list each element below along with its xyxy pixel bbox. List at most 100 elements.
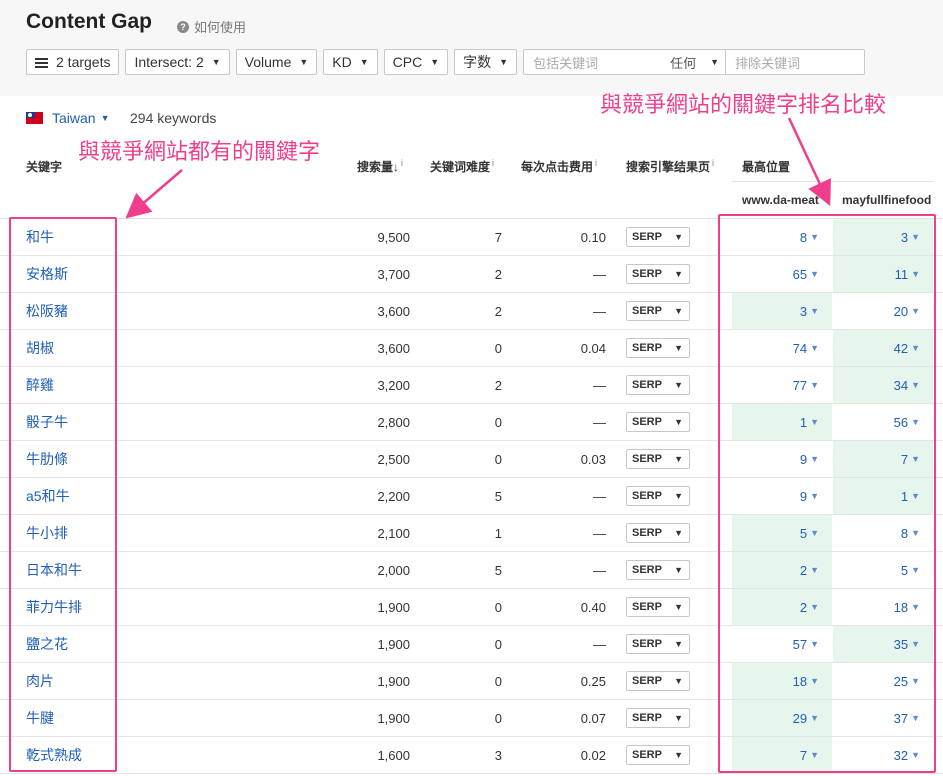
site2-position[interactable]: 42 ▼: [833, 330, 933, 366]
col-volume[interactable]: 搜索量↓ i: [357, 158, 403, 175]
serp-button[interactable]: SERP ▼: [626, 412, 690, 432]
serp-button[interactable]: SERP ▼: [626, 671, 690, 691]
site2-position[interactable]: 56 ▼: [833, 404, 933, 440]
serp-cell: SERP ▼: [626, 404, 690, 440]
site1-position[interactable]: 5 ▼: [732, 515, 832, 551]
cpc-value: 0.40: [580, 599, 606, 615]
cpc-value: 0.02: [580, 747, 606, 763]
question-icon: ?: [177, 20, 189, 33]
site2-position[interactable]: 5 ▼: [833, 552, 933, 588]
table-row: 松阪豬 3,600 2 — SERP ▼ 3 ▼ 20 ▼: [0, 293, 943, 330]
col-site2[interactable]: mayfullfinefood: [842, 193, 932, 207]
site2-position[interactable]: 20 ▼: [833, 293, 933, 329]
table-row: 骰子牛 2,800 0 — SERP ▼ 1 ▼ 56 ▼: [0, 404, 943, 441]
col-serp[interactable]: 搜索引擎结果页 i: [626, 158, 714, 175]
intersect-dropdown[interactable]: Intersect: 2 ▼: [125, 49, 230, 75]
site1-position[interactable]: 1 ▼: [732, 404, 832, 440]
site2-position[interactable]: 34 ▼: [833, 367, 933, 403]
site1-position[interactable]: 18 ▼: [732, 663, 832, 699]
serp-cell: SERP ▼: [626, 293, 690, 329]
serp-button[interactable]: SERP ▼: [626, 301, 690, 321]
kd-value: 5: [494, 488, 502, 504]
serp-button[interactable]: SERP ▼: [626, 486, 690, 506]
keyword-link[interactable]: 牛肋條: [26, 441, 68, 477]
word-count-dropdown[interactable]: 字数 ▼: [454, 49, 518, 75]
include-keywords-input[interactable]: 包括关键词: [524, 50, 664, 74]
serp-cell: SERP ▼: [626, 330, 690, 366]
site1-position[interactable]: 29 ▼: [732, 700, 832, 736]
table-row: 肉片 1,900 0 0.25 SERP ▼ 18 ▼ 25 ▼: [0, 663, 943, 700]
keyword-link[interactable]: 菲力牛排: [26, 589, 82, 625]
site2-position[interactable]: 8 ▼: [833, 515, 933, 551]
site2-position[interactable]: 7 ▼: [833, 441, 933, 477]
site1-position[interactable]: 3 ▼: [732, 293, 832, 329]
serp-button[interactable]: SERP ▼: [626, 264, 690, 284]
chevron-down-icon: ▼: [911, 528, 920, 538]
serp-button[interactable]: SERP ▼: [626, 227, 690, 247]
keyword-link[interactable]: a5和牛: [26, 478, 70, 514]
site2-position[interactable]: 1 ▼: [833, 478, 933, 514]
chevron-down-icon: ▼: [911, 639, 920, 649]
site1-position[interactable]: 2 ▼: [732, 589, 832, 625]
country-selector[interactable]: Taiwan ▼: [52, 110, 110, 126]
serp-button[interactable]: SERP ▼: [626, 449, 690, 469]
info-icon[interactable]: i: [595, 158, 597, 168]
keyword-link[interactable]: 牛小排: [26, 515, 68, 551]
keyword-link[interactable]: 松阪豬: [26, 293, 68, 329]
site1-position[interactable]: 77 ▼: [732, 367, 832, 403]
keyword-link[interactable]: 胡椒: [26, 330, 54, 366]
table-row: 和牛 9,500 7 0.10 SERP ▼ 8 ▼ 3 ▼: [0, 219, 943, 256]
serp-button[interactable]: SERP ▼: [626, 745, 690, 765]
site1-position[interactable]: 7 ▼: [732, 737, 832, 773]
site2-position[interactable]: 35 ▼: [833, 626, 933, 662]
site2-position[interactable]: 18 ▼: [833, 589, 933, 625]
site1-position[interactable]: 2 ▼: [732, 552, 832, 588]
serp-button[interactable]: SERP ▼: [626, 338, 690, 358]
keyword-link[interactable]: 肉片: [26, 663, 54, 699]
site1-position[interactable]: 9 ▼: [732, 478, 832, 514]
keyword-link[interactable]: 和牛: [26, 219, 54, 255]
match-mode-dropdown[interactable]: 任何 ▼: [664, 50, 727, 74]
help-link[interactable]: ? 如何使用: [177, 17, 246, 36]
keyword-link[interactable]: 乾式熟成: [26, 737, 82, 773]
keyword-link[interactable]: 安格斯: [26, 256, 68, 292]
serp-cell: SERP ▼: [626, 626, 690, 662]
kd-dropdown[interactable]: KD ▼: [323, 49, 378, 75]
cpc-value: —: [593, 525, 606, 541]
serp-button[interactable]: SERP ▼: [626, 375, 690, 395]
cpc-dropdown[interactable]: CPC ▼: [383, 49, 449, 75]
keyword-link[interactable]: 日本和牛: [26, 552, 82, 588]
col-site1[interactable]: www.da-meat: [742, 193, 830, 207]
site2-position[interactable]: 3 ▼: [833, 219, 933, 255]
site1-position[interactable]: 8 ▼: [732, 219, 832, 255]
col-kd[interactable]: 关键词难度 i: [430, 158, 494, 175]
site2-position[interactable]: 37 ▼: [833, 700, 933, 736]
info-icon[interactable]: i: [712, 158, 714, 168]
serp-button[interactable]: SERP ▼: [626, 708, 690, 728]
keyword-link[interactable]: 骰子牛: [26, 404, 68, 440]
serp-button[interactable]: SERP ▼: [626, 634, 690, 654]
keyword-link[interactable]: 醉雞: [26, 367, 54, 403]
serp-button[interactable]: SERP ▼: [626, 560, 690, 580]
info-icon[interactable]: i: [492, 158, 494, 168]
col-cpc[interactable]: 每次点击费用 i: [521, 158, 597, 175]
site2-position[interactable]: 25 ▼: [833, 663, 933, 699]
cpc-value: —: [593, 377, 606, 393]
volume-dropdown[interactable]: Volume ▼: [235, 49, 318, 75]
annotation-common-keywords: 與競爭網站都有的關鍵字: [78, 140, 321, 165]
serp-button[interactable]: SERP ▼: [626, 523, 690, 543]
col-keyword[interactable]: 关键字: [26, 158, 62, 175]
site1-position[interactable]: 9 ▼: [732, 441, 832, 477]
chevron-down-icon: ▼: [810, 713, 819, 723]
keyword-link[interactable]: 牛腱: [26, 700, 54, 736]
serp-button[interactable]: SERP ▼: [626, 597, 690, 617]
site1-position[interactable]: 74 ▼: [732, 330, 832, 366]
site2-position[interactable]: 32 ▼: [833, 737, 933, 773]
info-icon[interactable]: i: [401, 158, 403, 168]
site1-position[interactable]: 65 ▼: [732, 256, 832, 292]
exclude-keywords-input[interactable]: 排除关键词: [726, 50, 864, 74]
site1-position[interactable]: 57 ▼: [732, 626, 832, 662]
site2-position[interactable]: 11 ▼: [833, 256, 933, 292]
keyword-link[interactable]: 鹽之花: [26, 626, 68, 662]
targets-button[interactable]: 2 targets: [26, 49, 120, 75]
